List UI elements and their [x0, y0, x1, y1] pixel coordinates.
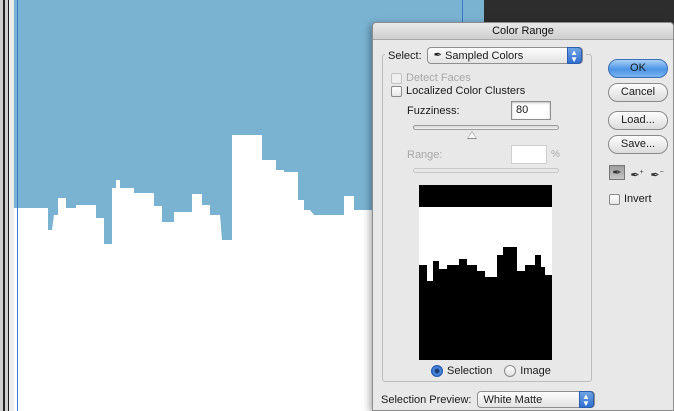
preview-mask [419, 185, 552, 360]
eyedropper-icon[interactable]: ✒ [609, 165, 625, 180]
guide-line-left [17, 0, 18, 411]
eyedropper-tools: ✒ ✒+ ✒− [609, 165, 665, 182]
selection-radio-label: Selection [447, 365, 493, 377]
fuzziness-field[interactable]: 80 [511, 101, 551, 120]
cancel-button[interactable]: Cancel [608, 83, 668, 102]
eyedropper-icon: ✒ [433, 50, 443, 61]
selection-preview-popup[interactable]: White Matte ▲ ▼ [476, 391, 595, 408]
eyedropper-plus-icon[interactable]: ✒+ [629, 165, 645, 182]
selection-preview-value: White Matte [483, 393, 543, 406]
range-row: Range: % [407, 145, 560, 164]
load-button[interactable]: Load... [608, 111, 668, 130]
invert-row[interactable]: Invert [609, 193, 652, 205]
chevron-updown-icon: ▲ ▼ [566, 47, 582, 64]
select-row: Select: ✒ Sampled Colors ▲ ▼ [385, 47, 586, 64]
select-value: Sampled Colors [445, 49, 524, 62]
image-radio[interactable] [504, 365, 517, 377]
color-range-dialog: Color Range Select: ✒ Sampled Colors ▲ ▼ … [372, 22, 674, 411]
range-slider[interactable] [413, 168, 559, 173]
localized-label: Localized Color Clusters [406, 85, 526, 97]
fuzziness-slider[interactable] [413, 125, 559, 130]
range-label: Range: [407, 148, 443, 161]
selection-preview[interactable] [419, 185, 552, 360]
invert-label: Invert [624, 193, 652, 205]
preview-mode-radios: Selection Image [431, 365, 559, 377]
canvas-left-edge [0, 0, 9, 411]
fuzziness-row: Fuzziness: 80 [407, 101, 551, 120]
detect-faces-checkbox[interactable] [391, 72, 402, 84]
selection-preview-label: Selection Preview: [381, 393, 472, 406]
fuzziness-slider-thumb[interactable] [467, 131, 477, 139]
localized-checkbox[interactable] [391, 85, 402, 97]
detect-faces-row[interactable]: Detect Faces [391, 72, 471, 84]
range-unit: % [551, 149, 560, 160]
fuzziness-label: Fuzziness: [407, 104, 460, 117]
selection-preview-row: Selection Preview: White Matte ▲ ▼ [381, 391, 595, 408]
chevron-updown-icon: ▲ ▼ [578, 391, 594, 408]
detect-faces-label: Detect Faces [406, 72, 471, 84]
range-field[interactable] [511, 145, 547, 164]
eyedropper-minus-icon[interactable]: ✒− [649, 165, 665, 182]
select-popup[interactable]: ✒ Sampled Colors ▲ ▼ [426, 47, 583, 64]
localized-row[interactable]: Localized Color Clusters [391, 85, 525, 97]
dialog-title: Color Range [373, 23, 673, 40]
ok-button[interactable]: OK [608, 59, 668, 78]
image-radio-label: Image [520, 365, 551, 377]
save-button[interactable]: Save... [608, 135, 668, 154]
selection-radio[interactable] [431, 365, 443, 377]
invert-checkbox[interactable] [609, 193, 620, 205]
select-label: Select: [388, 49, 422, 62]
